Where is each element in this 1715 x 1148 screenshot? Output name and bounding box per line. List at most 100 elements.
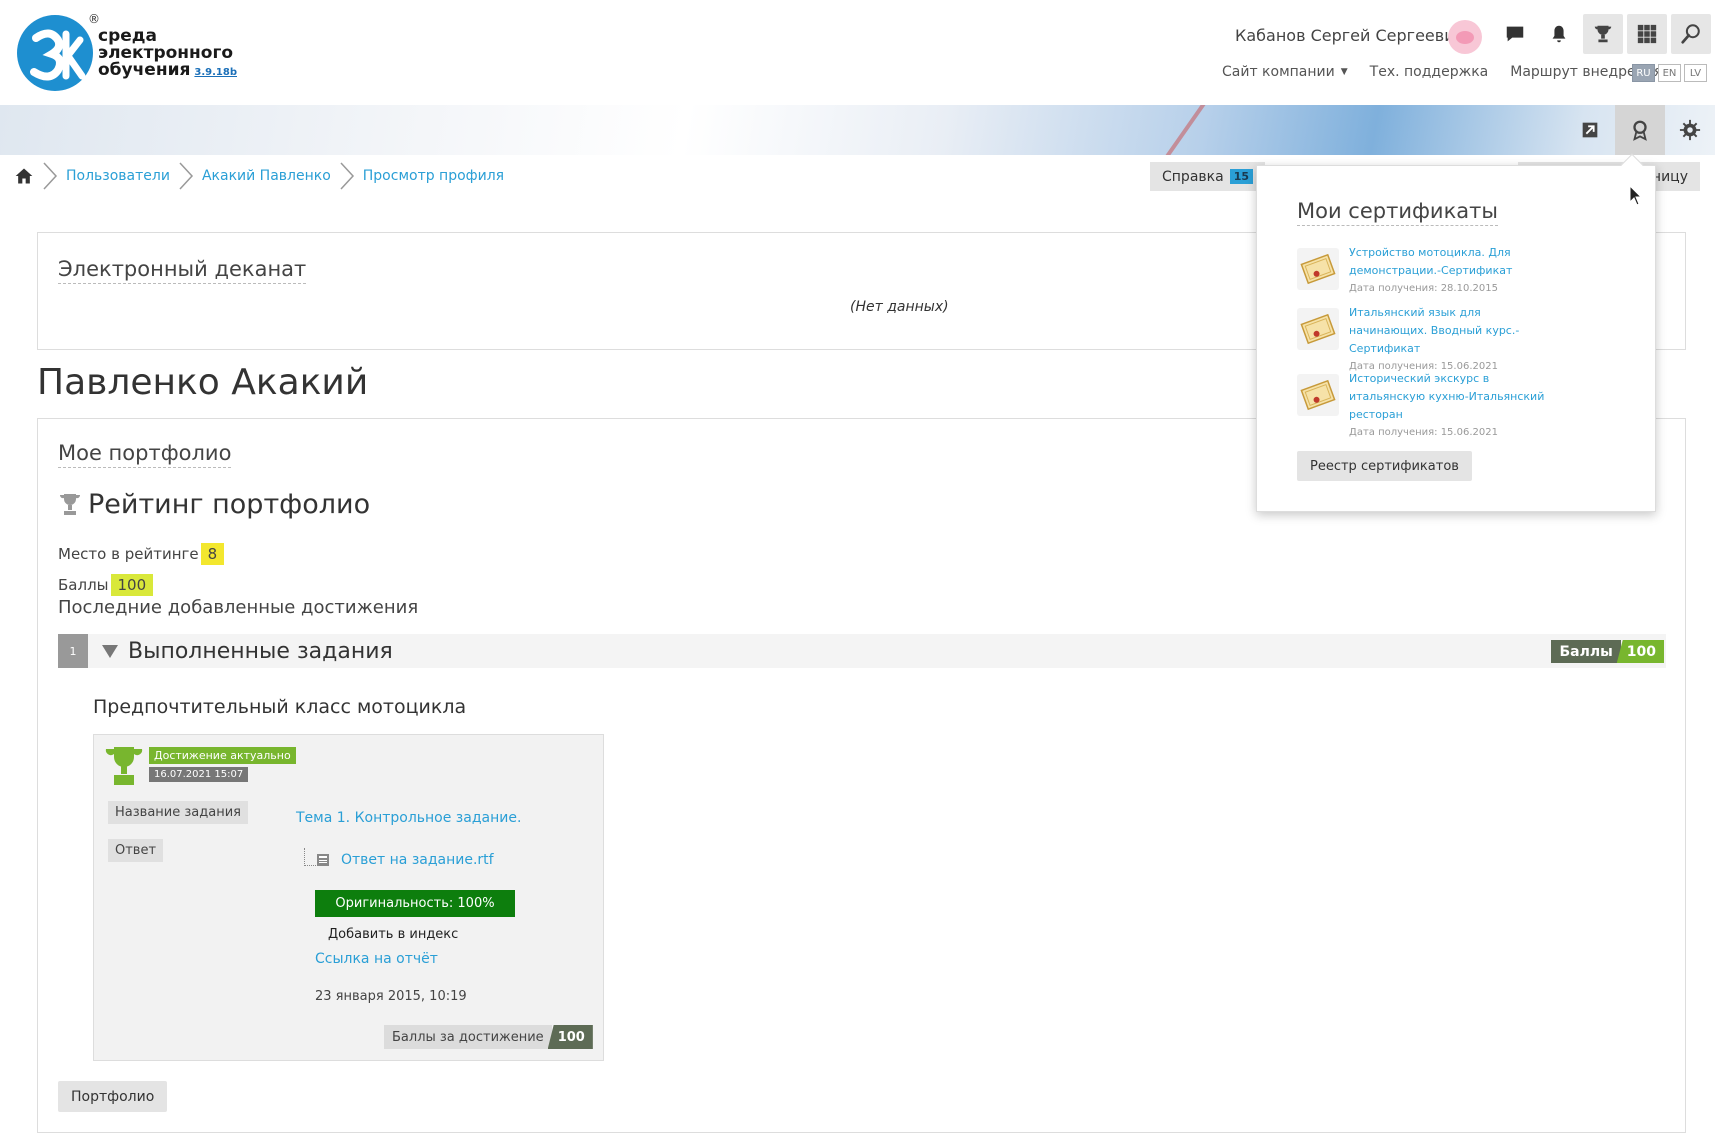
search-button[interactable] [1671, 14, 1711, 54]
chevron-right-icon [340, 162, 354, 190]
user-name[interactable]: Кабанов Сергей Сергеевич [1235, 26, 1464, 45]
rating-points-value: 100 [110, 574, 154, 596]
settings-button[interactable] [1665, 105, 1715, 155]
rating-place-label: Место в рейтинге [58, 545, 199, 563]
rating-points-label: Баллы [58, 576, 109, 594]
company-site-menu[interactable]: Сайт компании ▼ [1222, 64, 1348, 80]
rating-place-value: 8 [200, 543, 225, 565]
help-label: Справка [1162, 168, 1224, 185]
send-button[interactable] [1565, 105, 1615, 155]
page-title: Павленко Акакий [37, 362, 369, 403]
rating-title: Рейтинг портфолио [58, 489, 370, 520]
breadcrumb: Пользователи Акакий Павленко Просмотр пр… [14, 162, 504, 190]
caret-down-icon: ▼ [1340, 67, 1348, 77]
notifications-button[interactable] [1539, 14, 1579, 54]
search-icon [1681, 24, 1700, 44]
certificate-link[interactable]: Исторический экскурс в итальянскую кухню… [1349, 370, 1549, 442]
certificate-date: Дата получения: 15.06.2021 [1349, 427, 1498, 438]
breadcrumb-user[interactable]: Акакий Павленко [202, 168, 331, 184]
page-action-label: ницу [1651, 168, 1688, 185]
certificates-button[interactable] [1615, 105, 1665, 155]
popover-arrow [1620, 153, 1644, 177]
portfolio-title: Мое портфолио [58, 441, 232, 468]
top-nav: Сайт компании ▼ Тех. поддержка Маршрут вн… [1222, 64, 1662, 80]
help-count-badge: 15 [1229, 169, 1253, 184]
lang-lv[interactable]: LV [1684, 64, 1707, 82]
section-completed-tasks[interactable]: 1 Выполненные задания Баллы 100 [58, 634, 1666, 668]
home-icon[interactable] [14, 166, 34, 186]
portfolio-button[interactable]: Портфолио [58, 1081, 168, 1112]
tree-connector [304, 848, 316, 866]
achievement-score-value: 100 [547, 1025, 593, 1049]
no-data-text: (Нет данных) [850, 299, 949, 315]
achievement-status-tag: Достижение актуально [149, 747, 296, 764]
version-link[interactable]: 3.9.18b [194, 67, 237, 78]
achievement-score-label: Баллы за достижение [384, 1025, 552, 1049]
certificate-document-icon-svg [1300, 313, 1336, 345]
certificate-document-icon [1297, 248, 1339, 290]
section-score-value: 100 [1616, 640, 1664, 663]
certificate-document-icon-svg [1300, 379, 1336, 411]
dean-title: Электронный деканат [58, 257, 307, 284]
apps-button[interactable] [1627, 14, 1667, 54]
portfolio-panel: Мое портфолио Рейтинг портфолио Место в … [37, 418, 1686, 1133]
breadcrumb-users[interactable]: Пользователи [66, 168, 170, 184]
add-to-index-button[interactable]: Добавить в индекс [328, 927, 458, 942]
support-link[interactable]: Тех. поддержка [1370, 64, 1489, 80]
achievement-card: Достижение актуально 16.07.2021 15:07 На… [93, 734, 604, 1061]
section-score-badge: Баллы 100 [1551, 640, 1664, 663]
certificates-popover: Мои сертификаты Устройство мотоцикла. Дл… [1256, 153, 1656, 512]
answer-file-link[interactable]: Ответ на задание.rtf [341, 852, 494, 868]
bell-icon [1552, 25, 1566, 43]
messages-button[interactable] [1495, 14, 1535, 54]
task-name-label: Название задания [108, 801, 248, 824]
achievement-date: 23 января 2015, 10:19 [315, 989, 467, 1004]
achievement-heading: Предпочтительный класс мотоцикла [93, 696, 467, 718]
chat-icon [1506, 26, 1524, 42]
certificate-document-icon [1297, 308, 1339, 350]
achievements-button[interactable] [1583, 14, 1623, 54]
report-link[interactable]: Ссылка на отчёт [315, 951, 438, 967]
mouse-cursor-icon [1629, 185, 1643, 206]
task-link[interactable]: Тема 1. Контрольное задание. [296, 810, 521, 826]
rating-title-text: Рейтинг портфолио [88, 489, 371, 520]
trophy-icon [59, 493, 81, 515]
lang-en[interactable]: EN [1658, 64, 1681, 82]
certificate-link[interactable]: Итальянский язык для начинающих. Вводный… [1349, 304, 1549, 376]
trophy-icon [105, 747, 143, 785]
chevron-right-icon [179, 162, 193, 190]
file-icon [317, 854, 329, 866]
logo-mark-icon [17, 15, 93, 91]
logo-text: среда электронного обучения 3.9.18b [98, 28, 237, 81]
certificate-document-icon-svg [1300, 253, 1336, 285]
chevron-right-icon [43, 162, 58, 190]
registered-mark: ® [88, 12, 100, 26]
certificates-title: Мои сертификаты [1297, 199, 1498, 226]
company-site-label: Сайт компании [1222, 64, 1335, 80]
certificate-registry-button[interactable]: Реестр сертификатов [1297, 451, 1472, 481]
breadcrumb-profile[interactable]: Просмотр профиля [363, 168, 504, 184]
language-switcher: RU EN LV [1632, 64, 1707, 82]
help-button[interactable]: Справка 15 [1150, 162, 1265, 191]
section-score-label: Баллы [1551, 640, 1621, 663]
avatar[interactable] [1448, 20, 1482, 54]
lang-ru[interactable]: RU [1632, 64, 1655, 82]
certificate-name: Исторический экскурс в итальянскую кухню… [1349, 372, 1545, 421]
header: ® среда электронного обучения 3.9.18b Каб… [0, 0, 1715, 105]
apps-grid-icon [1637, 24, 1657, 44]
certificate-name: Устройство мотоцикла. Для демонстрации.-… [1349, 246, 1513, 277]
originality-bar[interactable]: Оригинальность: 100% [315, 890, 515, 917]
achievement-score-badge: Баллы за достижение 100 [384, 1025, 593, 1049]
achievement-date-tag: 16.07.2021 15:07 [149, 767, 249, 782]
certificate-document-icon [1297, 374, 1339, 416]
triangle-down-icon[interactable] [102, 644, 118, 658]
trophy-icon [1594, 25, 1612, 43]
logo-line-3-text: обучения [98, 60, 191, 80]
rating-points: Баллы 100 [58, 574, 154, 596]
certificate-date: Дата получения: 28.10.2015 [1349, 283, 1498, 294]
banner-icons [1565, 105, 1715, 155]
answer-label: Ответ [108, 839, 164, 862]
rating-place: Место в рейтинге 8 [58, 543, 225, 565]
certificate-link[interactable]: Устройство мотоцикла. Для демонстрации.-… [1349, 244, 1549, 298]
logo[interactable]: ® среда электронного обучения 3.9.18b [14, 12, 237, 97]
